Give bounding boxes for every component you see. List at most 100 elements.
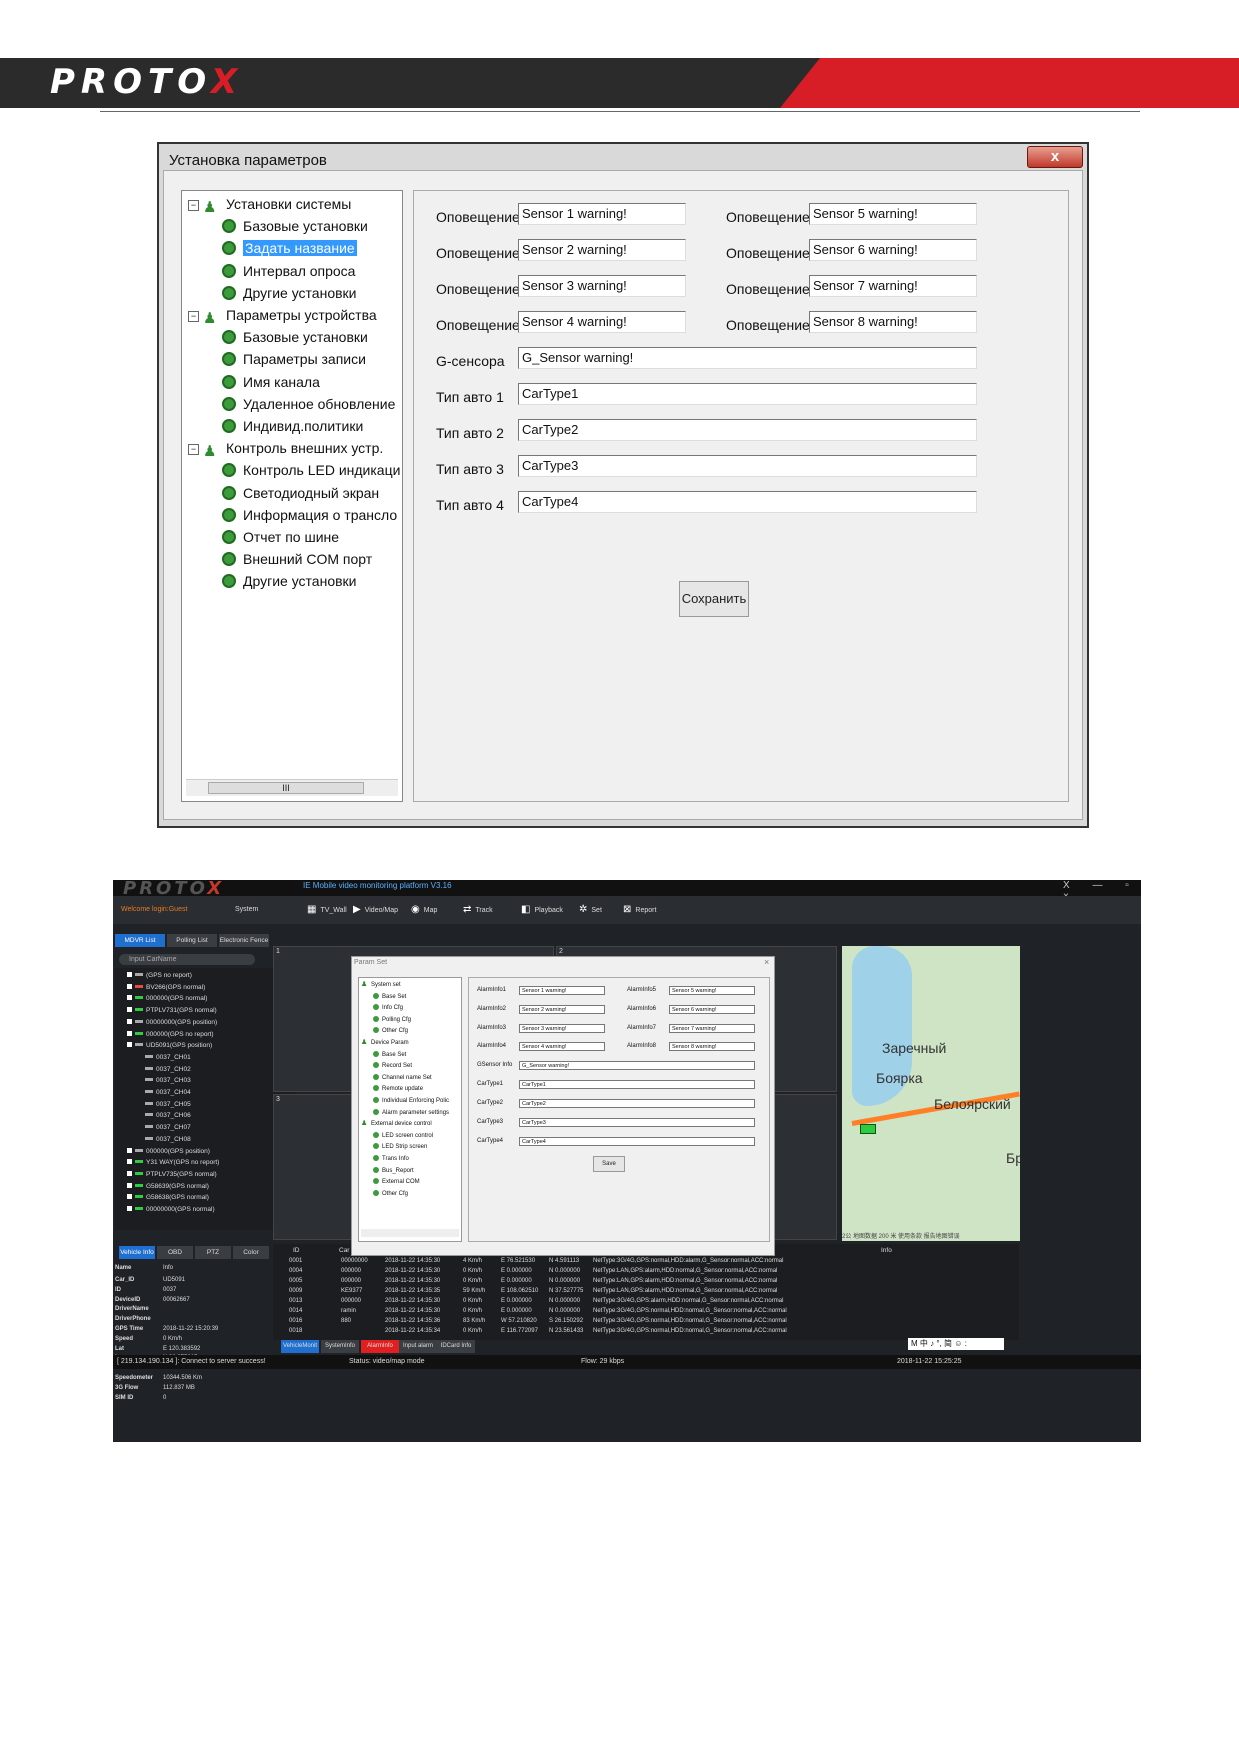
save-button[interactable]: Сохранить [679, 581, 749, 617]
info-tab[interactable]: Vehicle Info [119, 1246, 155, 1259]
map-view[interactable]: Заречный Боярка Белоярский Бр 2公 地图数据 20… [842, 946, 1020, 1241]
bottom-tab[interactable]: Input alarm [399, 1340, 437, 1353]
vehicle-item[interactable]: 00000000(GPS normal) [127, 1206, 215, 1213]
tree-scrollbar[interactable] [361, 1229, 459, 1237]
text-input[interactable]: G_Sensor warning! [519, 1061, 755, 1070]
alarm-input[interactable]: Sensor 1 warning! [519, 986, 605, 995]
vehicle-item[interactable]: 0037_CH04 [145, 1089, 191, 1096]
alarm-input[interactable]: Sensor 8 warning! [669, 1042, 755, 1051]
vehicle-item[interactable]: G58639(GPS normal) [127, 1182, 209, 1190]
tree-item[interactable]: Базовые установки [222, 217, 368, 235]
list-tab[interactable]: Polling List [167, 934, 217, 947]
tree-item[interactable]: External COM [373, 1178, 420, 1186]
collapse-icon[interactable]: − [188, 200, 199, 211]
tree-item[interactable]: Интервал опроса [222, 262, 355, 280]
text-input[interactable]: CarType3 [519, 1118, 755, 1127]
vehicle-item[interactable]: 0037_CH07 [145, 1124, 191, 1131]
toolbar-button[interactable]: ✲ Set [579, 904, 602, 915]
bottom-tab[interactable]: SystemInfo [321, 1340, 359, 1353]
bottom-tab[interactable]: AlarmInfo [361, 1340, 399, 1353]
list-tab[interactable]: MDVR List [115, 934, 165, 947]
close-button[interactable]: x [1027, 146, 1083, 168]
alarm-input[interactable]: Sensor 3 warning! [519, 1024, 605, 1033]
text-input[interactable]: CarType2 [518, 419, 977, 441]
tree-item[interactable]: LED Strip screen [373, 1143, 427, 1151]
alarm-input[interactable]: Sensor 1 warning! [518, 203, 686, 225]
vehicle-item[interactable]: 00000000(GPS position) [127, 1018, 217, 1026]
tree-item[interactable]: Отчет по шине [222, 528, 339, 546]
table-row[interactable]: 0016 880 2018-11-22 14:35:36 83 Km/h W 57.21… [273, 1318, 1019, 1328]
checkbox[interactable] [127, 1182, 132, 1188]
save-button[interactable]: Save [593, 1156, 625, 1172]
ime-toolbar[interactable]: M 中 ♪ °, 简 ☺ : [908, 1338, 1004, 1350]
alarm-input[interactable]: Sensor 7 warning! [669, 1024, 755, 1033]
tree-item[interactable]: Trans Info [373, 1155, 409, 1163]
toolbar-button[interactable]: ⇄ Track [463, 904, 493, 915]
checkbox[interactable] [127, 983, 132, 989]
vehicle-item[interactable]: (GPS no report) [127, 972, 192, 979]
bottom-tab[interactable]: IDCard Info [437, 1340, 475, 1353]
vehicle-item[interactable]: 0037_CH03 [145, 1077, 191, 1084]
toolbar-button[interactable]: ◉ Map [411, 904, 437, 915]
tree-item[interactable]: Удаленное обновление [222, 395, 395, 413]
tree-item[interactable]: Другие установки [222, 572, 357, 590]
toolbar-button[interactable]: ▶ Video/Map [353, 904, 398, 915]
scroll-thumb[interactable]: III [208, 782, 364, 794]
table-row[interactable]: 0004 000000 2018-11-22 14:35:30 0 Km/h E 0.0… [273, 1268, 1019, 1278]
tree-item[interactable]: − ♟ Параметры устройства [188, 306, 377, 327]
text-input[interactable]: G_Sensor warning! [518, 347, 977, 369]
car-search-input[interactable]: Input CarName [119, 954, 255, 965]
checkbox[interactable] [127, 1018, 132, 1024]
tree-item[interactable]: − ♟ Контроль внешних устр. [188, 439, 383, 460]
checkbox[interactable] [127, 1042, 132, 1048]
vehicle-item[interactable]: BV266(GPS normal) [127, 983, 205, 991]
alarm-input[interactable]: Sensor 8 warning! [809, 311, 977, 333]
system-menu[interactable]: System [235, 906, 258, 913]
checkbox[interactable] [127, 1194, 132, 1200]
collapse-icon[interactable]: − [188, 311, 199, 322]
checkbox[interactable] [127, 1159, 132, 1165]
tree-item[interactable]: Record Set [373, 1062, 412, 1070]
tree-item[interactable]: Other Cfg [373, 1189, 408, 1198]
checkbox[interactable] [127, 1147, 132, 1153]
tree-item[interactable]: Base Set [373, 992, 406, 1001]
vehicle-item[interactable]: PTPLV731(GPS normal) [127, 1007, 217, 1014]
list-tab[interactable]: Electronic Fence [219, 934, 269, 947]
vehicle-item[interactable]: 000000(GPS normal) [127, 995, 207, 1002]
tree-item[interactable]: Channel name Set [373, 1073, 432, 1082]
toolbar-button[interactable]: ⊠ Report [623, 904, 656, 915]
tree-item[interactable]: − ♟ Установки системы [188, 195, 351, 216]
table-row[interactable]: 0009 KE9377 2018-11-22 14:35:35 59 Km/h E 10… [273, 1288, 1019, 1298]
tree-item[interactable]: Info Cfg [373, 1004, 403, 1012]
alarm-input[interactable]: Sensor 2 warning! [518, 239, 686, 261]
vehicle-item[interactable]: G58638(GPS normal) [127, 1194, 209, 1201]
vehicle-item[interactable]: 000000(GPS no report) [127, 1030, 214, 1038]
tree-item[interactable]: ♟ External device control [361, 1120, 432, 1128]
bottom-tab[interactable]: VehicleMonit [281, 1340, 319, 1353]
tree-item[interactable]: Контроль LED индикаци [222, 461, 400, 479]
tree-item[interactable]: Задать название [222, 239, 357, 257]
vehicle-item[interactable]: 0037_CH05 [145, 1101, 191, 1108]
vehicle-marker-icon[interactable] [860, 1124, 876, 1134]
vehicle-item[interactable]: Y31 WAY(GPS no report) [127, 1159, 219, 1166]
tree-item[interactable]: ♟ System set [361, 981, 401, 989]
tree-item[interactable]: Другие установки [222, 284, 357, 302]
vehicle-item[interactable]: UD5091(GPS position) [127, 1042, 212, 1049]
info-tab[interactable]: Color [233, 1246, 269, 1259]
alarm-input[interactable]: Sensor 5 warning! [669, 986, 755, 995]
toolbar-button[interactable]: ▦ TV_Wall [307, 904, 347, 915]
table-row[interactable]: 0018 2018-11-22 14:35:34 0 Km/h E 116.77209… [273, 1328, 1019, 1338]
table-row[interactable]: 0014 ramin 2018-11-22 14:35:30 0 Km/h E 0.00… [273, 1308, 1019, 1318]
tree-item[interactable]: Параметры записи [222, 350, 366, 368]
tree-item[interactable]: Светодиодный экран [222, 484, 379, 502]
vehicle-item[interactable]: 0037_CH02 [145, 1066, 191, 1073]
vehicle-item[interactable]: PTPLV735(GPS normal) [127, 1170, 217, 1178]
toolbar-button[interactable]: ◧ Playback [521, 904, 563, 915]
tree-item[interactable]: Внешний COM порт [222, 550, 372, 568]
text-input[interactable]: CarType4 [518, 491, 977, 513]
alarm-input[interactable]: Sensor 6 warning! [669, 1005, 755, 1014]
checkbox[interactable] [127, 1170, 132, 1176]
vehicle-item[interactable]: 0037_CH01 [145, 1054, 191, 1061]
alarm-input[interactable]: Sensor 4 warning! [518, 311, 686, 333]
tree-item[interactable]: Индивид.политики [222, 417, 363, 435]
